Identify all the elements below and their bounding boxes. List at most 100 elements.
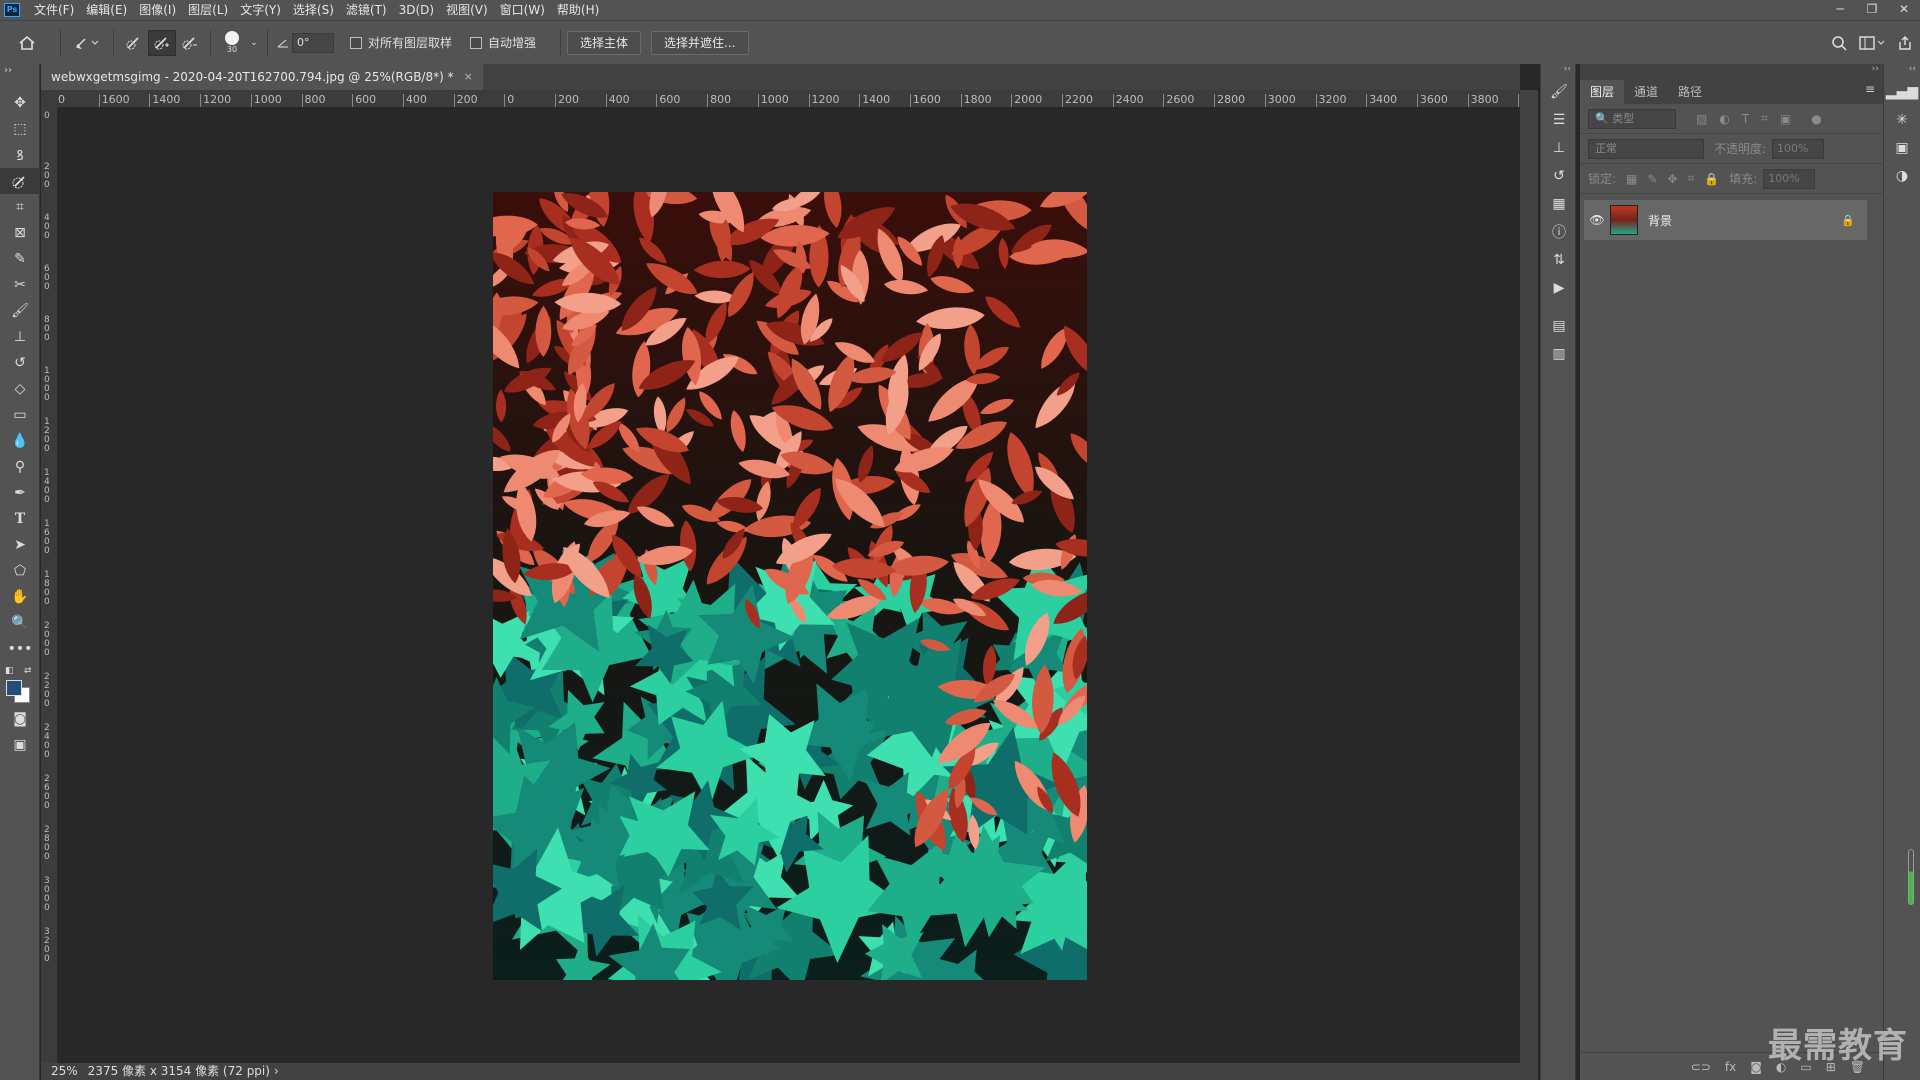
eyedropper-tool-icon[interactable]: ✎ — [0, 246, 40, 272]
navigator-icon[interactable]: ✳ — [1884, 106, 1920, 134]
tab-layers[interactable]: 图层 — [1580, 80, 1625, 104]
subtract-from-selection-icon[interactable] — [176, 30, 204, 56]
tab-channels[interactable]: 通道 — [1624, 80, 1668, 104]
filter-toggle-icon[interactable]: ● — [1811, 112, 1821, 126]
scroll-indicator[interactable] — [1908, 849, 1914, 905]
collapse-toolbox-icon[interactable]: ›› — [0, 64, 39, 90]
crop-tool-icon[interactable]: ⌗ — [0, 194, 40, 220]
opacity-input[interactable]: 100% — [1772, 138, 1825, 159]
filter-smart-object-icon[interactable]: ▣ — [1780, 112, 1791, 126]
select-subject-button[interactable]: 选择主体 — [567, 30, 642, 55]
color-icon[interactable]: ◑ — [1884, 162, 1920, 190]
chevron-right-icon[interactable]: › — [274, 1063, 279, 1080]
shape-tool-icon[interactable]: ⬠ — [0, 558, 40, 584]
chevron-down-icon[interactable]: ⌄ — [247, 30, 261, 56]
blur-tool-icon[interactable]: 💧 — [0, 428, 40, 454]
dodge-tool-icon[interactable]: ⚲ — [0, 454, 40, 480]
select-and-mask-button[interactable]: 选择并遮住... — [651, 30, 749, 55]
histogram-icon[interactable]: ▂▄▆ — [1884, 78, 1920, 106]
menu-3d[interactable]: 3D(D) — [393, 0, 440, 20]
document-image[interactable] — [493, 192, 1087, 980]
quick-selection-tool-icon[interactable] — [0, 168, 40, 194]
blend-mode-select[interactable]: 正常 — [1588, 138, 1704, 159]
share-icon[interactable] — [1890, 30, 1920, 56]
panel-menu-icon[interactable]: ≡ — [1865, 82, 1875, 96]
tool-preset-picker[interactable] — [67, 30, 107, 56]
brush-size-picker[interactable]: 30 — [217, 30, 247, 56]
restore-icon[interactable]: ❐ — [1856, 0, 1888, 20]
clone-source-icon[interactable]: ⊥ — [1541, 134, 1577, 162]
pen-tool-icon[interactable]: ✒ — [0, 480, 40, 506]
frame-tool-icon[interactable]: ⊠ — [0, 220, 40, 246]
notes-icon[interactable]: ▥ — [1541, 340, 1577, 368]
menu-window[interactable]: 窗口(W) — [494, 0, 551, 20]
lasso-tool-icon[interactable]: ꝸ — [0, 142, 40, 168]
close-tab-icon[interactable]: × — [464, 64, 473, 90]
marquee-tool-icon[interactable]: ⬚ — [0, 116, 40, 142]
horizontal-ruler[interactable]: 0016001400120010008006004002000200400600… — [58, 90, 1520, 108]
filter-shape-icon[interactable]: ⌗ — [1761, 111, 1768, 126]
path-selection-tool-icon[interactable]: ➤ — [0, 532, 40, 558]
search-icon[interactable] — [1824, 30, 1854, 56]
workspace-switcher-icon[interactable] — [1854, 30, 1890, 56]
minimize-icon[interactable]: ─ — [1824, 0, 1856, 20]
menu-view[interactable]: 视图(V) — [440, 0, 494, 20]
collapse-secondary-dock-icon[interactable]: ‹‹ — [1884, 64, 1920, 78]
filter-pixel-icon[interactable]: ▨ — [1696, 112, 1707, 126]
filter-type-icon[interactable]: T — [1742, 112, 1749, 126]
auto-enhance-checkbox[interactable] — [470, 36, 483, 49]
history-brush-tool-icon[interactable]: ↺ — [0, 350, 40, 376]
libraries-icon[interactable]: ▤ — [1541, 312, 1577, 340]
angle-input[interactable]: 0° — [292, 32, 334, 53]
move-tool-icon[interactable]: ✥ — [0, 90, 40, 116]
history-icon[interactable]: ↺ — [1541, 162, 1577, 190]
fill-input[interactable]: 100% — [1763, 168, 1816, 189]
layer-style-icon[interactable]: fx — [1725, 1060, 1736, 1074]
brush-tool-icon[interactable]: 🖌 — [0, 298, 40, 324]
lock-transparent-icon[interactable]: ▦ — [1626, 172, 1637, 186]
menu-select[interactable]: 选择(S) — [287, 0, 340, 20]
quick-mask-icon[interactable]: ◙ — [0, 706, 40, 732]
lock-artboard-icon[interactable]: ⌗ — [1688, 171, 1695, 186]
ruler-origin[interactable] — [41, 90, 58, 108]
swap-colors-icon[interactable]: ⇄ — [24, 666, 32, 676]
document-info[interactable]: 2375 像素 x 3154 像素 (72 ppi) — [88, 1063, 270, 1080]
document-tab[interactable]: webwxgetmsgimg - 2020-04-20T162700.794.j… — [41, 64, 483, 90]
zoom-level[interactable]: 25% — [51, 1063, 78, 1080]
menu-filter[interactable]: 滤镜(T) — [340, 0, 393, 20]
actions-play-icon[interactable]: ▶ — [1541, 274, 1577, 302]
home-icon[interactable] — [0, 30, 54, 56]
lock-image-icon[interactable]: ✎ — [1647, 172, 1657, 186]
new-selection-icon[interactable] — [120, 30, 148, 56]
zoom-tool-icon[interactable]: 🔍 — [0, 610, 40, 636]
collapse-dock-icon[interactable]: ‹‹ — [1541, 64, 1575, 78]
layer-row-background[interactable]: 👁 背景 🔒 — [1584, 200, 1867, 240]
menu-file[interactable]: 文件(F) — [28, 0, 80, 20]
menu-help[interactable]: 帮助(H) — [551, 0, 605, 20]
close-window-icon[interactable]: ✕ — [1888, 0, 1920, 20]
vertical-scrollbar[interactable] — [1520, 90, 1538, 1063]
gradient-tool-icon[interactable]: ▭ — [0, 402, 40, 428]
brush-settings-icon[interactable]: 🖌 — [1541, 78, 1577, 106]
lock-all-icon[interactable]: 🔒 — [1704, 172, 1719, 186]
lock-position-icon[interactable]: ✥ — [1667, 172, 1677, 186]
hand-tool-icon[interactable]: ✋ — [0, 584, 40, 610]
filter-adjustment-icon[interactable]: ◐ — [1719, 112, 1729, 126]
more-tools-icon[interactable]: ••• — [0, 636, 40, 662]
sample-all-layers-checkbox[interactable] — [350, 36, 362, 49]
info-icon[interactable]: ⓘ — [1541, 218, 1577, 246]
menu-layer[interactable]: 图层(L) — [182, 0, 234, 20]
visibility-eye-icon[interactable]: 👁 — [1584, 213, 1610, 227]
screen-mode-icon[interactable]: ▣ — [0, 732, 40, 758]
menu-edit[interactable]: 编辑(E) — [80, 0, 133, 20]
layer-name[interactable]: 背景 — [1648, 212, 1672, 229]
vertical-ruler[interactable]: 0 200 400 600 800 1000 1200 1400 1600 1800 2000 220… — [41, 108, 58, 1063]
menu-image[interactable]: 图像(I) — [133, 0, 182, 20]
add-mask-icon[interactable]: ◙ — [1750, 1060, 1762, 1074]
layer-filter-select[interactable]: 🔍 类型 — [1588, 108, 1676, 129]
healing-brush-tool-icon[interactable]: ✂ — [0, 272, 40, 298]
add-to-selection-icon[interactable] — [148, 29, 176, 56]
foreground-color-swatch[interactable] — [6, 680, 22, 696]
paths-icon[interactable]: ⇅ — [1541, 246, 1577, 274]
properties-icon[interactable]: ▦ — [1541, 190, 1577, 218]
